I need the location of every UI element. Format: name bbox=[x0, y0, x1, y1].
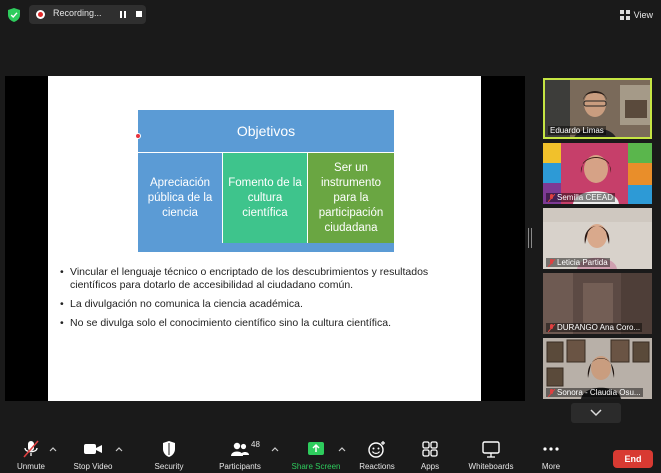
objective-box-1: Apreciación pública de la ciencia bbox=[138, 152, 223, 243]
muted-mic-icon bbox=[548, 388, 555, 397]
bullet-item: No se divulga solo el conocimiento cient… bbox=[60, 317, 472, 330]
video-camera-icon bbox=[84, 444, 102, 454]
slide-bullets: Vincular el lenguaje técnico o encriptad… bbox=[60, 266, 472, 336]
participant-tile-sonora[interactable]: Sonora - Claudia Osu... bbox=[543, 338, 652, 399]
recording-indicator: Recording... bbox=[29, 5, 146, 24]
participants-label: Participants bbox=[219, 462, 261, 471]
muted-mic-icon bbox=[23, 440, 39, 458]
record-icon bbox=[36, 10, 45, 19]
bullet-item: Vincular el lenguaje técnico o encriptad… bbox=[60, 266, 472, 292]
participant-tile-durango[interactable]: DURANGO Ana Coro... bbox=[543, 273, 652, 334]
unmute-label: Unmute bbox=[16, 462, 45, 471]
reactions-label: Reactions bbox=[359, 462, 395, 471]
stop-recording-button[interactable] bbox=[133, 9, 145, 20]
muted-mic-icon bbox=[548, 193, 555, 202]
smiley-icon bbox=[368, 441, 385, 458]
video-options-caret-icon[interactable] bbox=[115, 446, 123, 454]
unmute-button[interactable]: Unmute bbox=[14, 436, 48, 473]
share-screen-icon bbox=[308, 442, 324, 455]
panel-resize-handle[interactable] bbox=[528, 228, 532, 248]
laser-pointer bbox=[135, 133, 141, 139]
participant-name: DURANGO Ana Coro... bbox=[546, 323, 643, 332]
recording-label: Recording... bbox=[53, 8, 102, 18]
muted-mic-icon bbox=[548, 258, 555, 267]
more-dots-icon bbox=[543, 447, 559, 451]
whiteboards-label: Whiteboards bbox=[468, 462, 514, 471]
shield-icon[interactable] bbox=[8, 8, 20, 22]
end-meeting-button[interactable]: End bbox=[613, 450, 653, 468]
participant-name-label: Leticia Partida bbox=[557, 258, 608, 267]
participants-count: 48 bbox=[251, 440, 260, 449]
bullet-item: La divulgación no comunica la ciencia ac… bbox=[60, 298, 472, 311]
objective-box-3: Ser un instrumento para la participación… bbox=[308, 152, 394, 243]
more-button[interactable]: More bbox=[536, 436, 566, 473]
participants-icon bbox=[231, 442, 249, 456]
stop-video-label: Stop Video bbox=[73, 462, 113, 471]
participant-name-label: DURANGO Ana Coro... bbox=[557, 323, 641, 332]
whiteboards-button[interactable]: Whiteboards bbox=[466, 436, 516, 473]
share-options-caret-icon[interactable] bbox=[338, 446, 346, 454]
slide-header-footer-band bbox=[138, 243, 394, 252]
participants-options-caret-icon[interactable] bbox=[271, 446, 279, 454]
participant-name: Eduardo Limas bbox=[548, 126, 606, 135]
presentation-slide: Objetivos Apreciación pública de la cien… bbox=[48, 76, 481, 401]
apps-label: Apps bbox=[420, 462, 440, 471]
view-button[interactable]: View bbox=[619, 8, 653, 22]
shared-screen: Objetivos Apreciación pública de la cien… bbox=[5, 76, 525, 401]
view-label: View bbox=[633, 10, 653, 20]
participant-tile-leticia[interactable]: Leticia Partida bbox=[543, 208, 652, 269]
share-screen-button[interactable]: Share Screen bbox=[292, 436, 340, 473]
participant-name: Sonora - Claudia Osu... bbox=[546, 388, 643, 397]
security-button[interactable]: Security bbox=[150, 436, 188, 473]
participant-name: Semilla CEEAD bbox=[546, 193, 616, 202]
participant-name: Leticia Partida bbox=[546, 258, 610, 267]
muted-mic-icon bbox=[548, 323, 555, 332]
objective-box-2: Fomento de la cultura científica bbox=[223, 152, 308, 243]
top-bar: Recording... View bbox=[0, 0, 661, 30]
participant-tile-semilla[interactable]: Semilla CEEAD bbox=[543, 143, 652, 204]
apps-button[interactable]: Apps bbox=[415, 436, 445, 473]
participant-name-label: Sonora - Claudia Osu... bbox=[557, 388, 641, 397]
more-participants-button[interactable] bbox=[571, 403, 621, 423]
meeting-toolbar: Unmute Stop Video Security Participants … bbox=[0, 436, 661, 473]
slide-header: Objetivos bbox=[138, 110, 394, 152]
reactions-button[interactable]: Reactions bbox=[358, 436, 396, 473]
stop-video-button[interactable]: Stop Video bbox=[70, 436, 116, 473]
security-label: Security bbox=[154, 462, 184, 471]
more-label: More bbox=[541, 462, 561, 471]
whiteboard-icon bbox=[482, 441, 500, 458]
apps-icon bbox=[422, 441, 438, 457]
chevron-down-icon bbox=[590, 409, 602, 417]
share-screen-label: Share Screen bbox=[291, 462, 341, 471]
grid-view-icon bbox=[619, 10, 630, 20]
participant-name-label: Semilla CEEAD bbox=[557, 193, 614, 202]
shield-icon bbox=[163, 441, 175, 457]
participant-tile-eduardo[interactable]: Eduardo Limas bbox=[543, 78, 652, 139]
audio-options-caret-icon[interactable] bbox=[49, 446, 57, 454]
pause-recording-button[interactable] bbox=[117, 9, 129, 20]
